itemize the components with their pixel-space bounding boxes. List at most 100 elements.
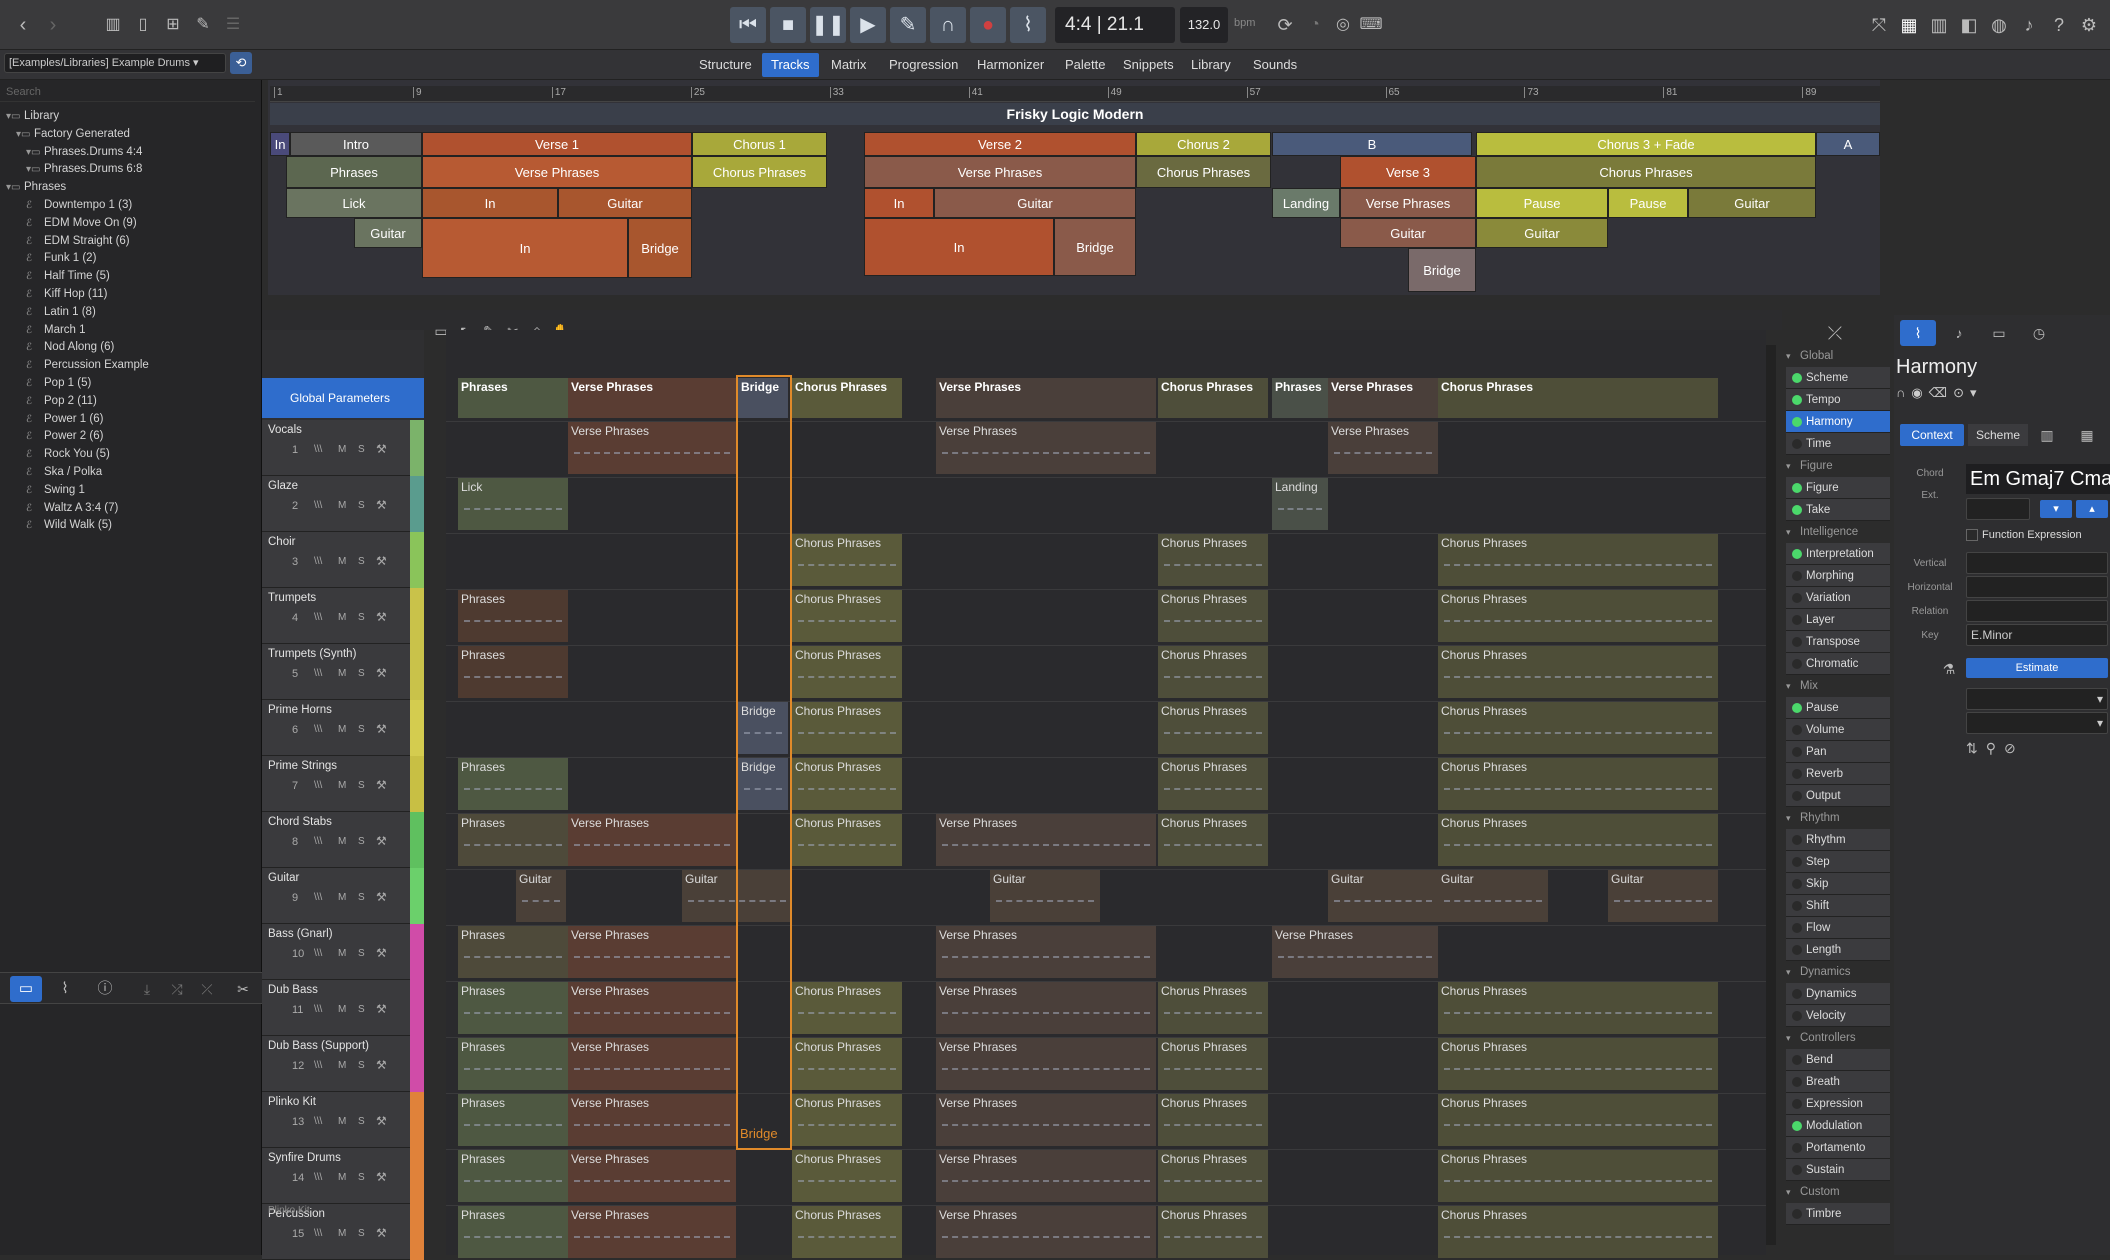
pause-button[interactable]: ❚❚ <box>810 7 846 43</box>
param-item[interactable]: Tempo <box>1786 389 1890 411</box>
clip[interactable]: Guitar <box>1438 870 1548 922</box>
section-b[interactable]: B <box>1272 132 1472 156</box>
wrench-icon[interactable]: ⚒ <box>376 1058 387 1072</box>
tab-structure[interactable]: Structure <box>690 53 761 77</box>
param-group-header[interactable]: ▾ Mix <box>1782 675 1894 697</box>
param-item[interactable]: Variation <box>1786 587 1890 609</box>
mute-button[interactable]: M <box>338 556 346 567</box>
vertical-scrollbar[interactable] <box>1766 345 1776 1245</box>
arr-in-2[interactable]: In <box>864 188 934 218</box>
clip[interactable]: Verse Phrases <box>936 1150 1156 1202</box>
tree-item[interactable]: ▾▭ Factory Generated <box>0 126 262 144</box>
track-slash-button[interactable]: \\\ <box>314 948 322 959</box>
tree-item[interactable]: ℰ Power 1 (6) <box>0 411 262 429</box>
global-clip[interactable]: Phrases <box>458 378 568 418</box>
clip[interactable]: Chorus Phrases <box>1438 702 1718 754</box>
link-icon[interactable]: ⟲ <box>230 52 252 74</box>
tempo-display[interactable]: 132.0 <box>1180 7 1228 43</box>
track-header[interactable]: Synfire Drums 14 \\\ M S ⚒ <box>262 1148 424 1204</box>
mute-button[interactable]: M <box>338 1172 346 1183</box>
param-item[interactable]: Sustain <box>1786 1159 1890 1181</box>
search-input[interactable]: Search <box>0 82 255 102</box>
back-icon[interactable]: ‹ <box>10 12 36 38</box>
clip[interactable]: Phrases <box>458 814 568 866</box>
mute-button[interactable]: M <box>338 500 346 511</box>
track-header[interactable]: Glaze 2 \\\ M S ⚒ <box>262 476 424 532</box>
arr-guitar-3[interactable]: Guitar <box>1688 188 1816 218</box>
mute-button[interactable]: M <box>338 892 346 903</box>
section-chorus-3[interactable]: Chorus 3 + Fade <box>1476 132 1816 156</box>
arr-pause-2[interactable]: Pause <box>1608 188 1688 218</box>
solo-button[interactable]: S <box>358 1060 365 1071</box>
list-icon[interactable]: ☰ <box>220 12 246 38</box>
clip[interactable]: Phrases <box>458 1150 568 1202</box>
param-group-header[interactable]: ▾ Intelligence <box>1782 521 1894 543</box>
clip[interactable]: Chorus Phrases <box>792 814 902 866</box>
section-chorus-1[interactable]: Chorus 1 <box>692 132 827 156</box>
clip[interactable]: Chorus Phrases <box>1158 1094 1268 1146</box>
param-item[interactable]: Volume <box>1786 719 1890 741</box>
position-display[interactable]: 4:4 | 21.1 <box>1055 7 1175 43</box>
tree-item[interactable]: ℰ Nod Along (6) <box>0 339 262 357</box>
info-icon[interactable]: ⓘ <box>92 976 118 1002</box>
clip[interactable]: Verse Phrases <box>568 926 736 978</box>
tree-item[interactable]: ℰ March 1 <box>0 322 262 340</box>
param-item[interactable]: Flow <box>1786 917 1890 939</box>
track-slash-button[interactable]: \\\ <box>314 892 322 903</box>
piano-icon[interactable]: ▥ <box>1926 12 1952 38</box>
global-clip[interactable]: Chorus Phrases <box>792 378 902 418</box>
keyboard-icon[interactable]: ⌨ <box>1358 12 1384 38</box>
track-slash-button[interactable]: \\\ <box>314 668 322 679</box>
section-intro[interactable]: Intro <box>290 132 422 156</box>
clip[interactable]: Verse Phrases <box>936 814 1156 866</box>
clip[interactable]: Chorus Phrases <box>792 1038 902 1090</box>
track-slash-button[interactable]: \\\ <box>314 556 322 567</box>
clip[interactable]: Phrases <box>458 646 568 698</box>
param-item[interactable]: Scheme <box>1786 367 1890 389</box>
clip[interactable]: Verse Phrases <box>568 982 736 1034</box>
track-header[interactable]: Vocals 1 \\\ M S ⚒ <box>262 420 424 476</box>
solo-button[interactable]: S <box>358 500 365 511</box>
clip[interactable]: Verse Phrases <box>568 1206 736 1258</box>
clip[interactable]: Verse Phrases <box>568 1094 736 1146</box>
clip[interactable]: Landing <box>1272 478 1328 530</box>
clip[interactable]: Lick <box>458 478 568 530</box>
param-item[interactable]: Shift <box>1786 895 1890 917</box>
track-slash-button[interactable]: \\\ <box>314 1228 322 1239</box>
sync-icon[interactable]: ◎ <box>1330 12 1356 38</box>
mute-icon[interactable]: ♪ <box>2016 12 2042 38</box>
mute-button[interactable]: M <box>338 1060 346 1071</box>
param-item[interactable]: Pause <box>1786 697 1890 719</box>
tree-item[interactable]: ▾▭ Library <box>0 108 262 126</box>
arr-verse-phrases[interactable]: Verse Phrases <box>422 156 692 188</box>
param-item[interactable]: Timbre <box>1786 1203 1890 1225</box>
arr-chorus-phrases-3[interactable]: Chorus Phrases <box>1476 156 1816 188</box>
clip[interactable]: Chorus Phrases <box>1438 758 1718 810</box>
folder-icon[interactable]: ▭ <box>10 976 42 1002</box>
param-item[interactable]: Expression <box>1786 1093 1890 1115</box>
tab-tracks[interactable]: Tracks <box>762 53 819 77</box>
track-slash-button[interactable]: \\\ <box>314 1172 322 1183</box>
arr-bridge-3[interactable]: Bridge <box>1408 248 1476 292</box>
clip[interactable]: Chorus Phrases <box>1158 758 1268 810</box>
solo-button[interactable]: S <box>358 612 365 623</box>
clip[interactable]: Verse Phrases <box>568 422 736 474</box>
clip[interactable]: Phrases <box>458 590 568 642</box>
track-header[interactable]: Bass (Gnarl) 10 \\\ M S ⚒ <box>262 924 424 980</box>
clip[interactable]: Verse Phrases <box>936 1094 1156 1146</box>
mute-button[interactable]: M <box>338 724 346 735</box>
shuffle-icon[interactable]: ⤮ <box>164 976 190 1002</box>
arr-landing[interactable]: Landing <box>1272 188 1340 218</box>
clip[interactable]: Phrases <box>458 1038 568 1090</box>
clip[interactable]: Guitar <box>1608 870 1718 922</box>
bars-icon[interactable]: ▥ <box>2034 422 2060 448</box>
clip[interactable]: Phrases <box>458 1206 568 1258</box>
estimate-button[interactable]: Estimate <box>1966 658 2108 678</box>
wrench-icon[interactable]: ⚒ <box>376 498 387 512</box>
track-header[interactable]: Dub Bass 11 \\\ M S ⚒ <box>262 980 424 1036</box>
arr-verse1-body[interactable]: In <box>422 218 628 278</box>
arr-lick[interactable]: Lick <box>286 188 422 218</box>
mute-button[interactable]: M <box>338 444 346 455</box>
wrench-icon[interactable]: ⚒ <box>376 834 387 848</box>
graph-button[interactable]: ⌇ <box>1010 7 1046 43</box>
